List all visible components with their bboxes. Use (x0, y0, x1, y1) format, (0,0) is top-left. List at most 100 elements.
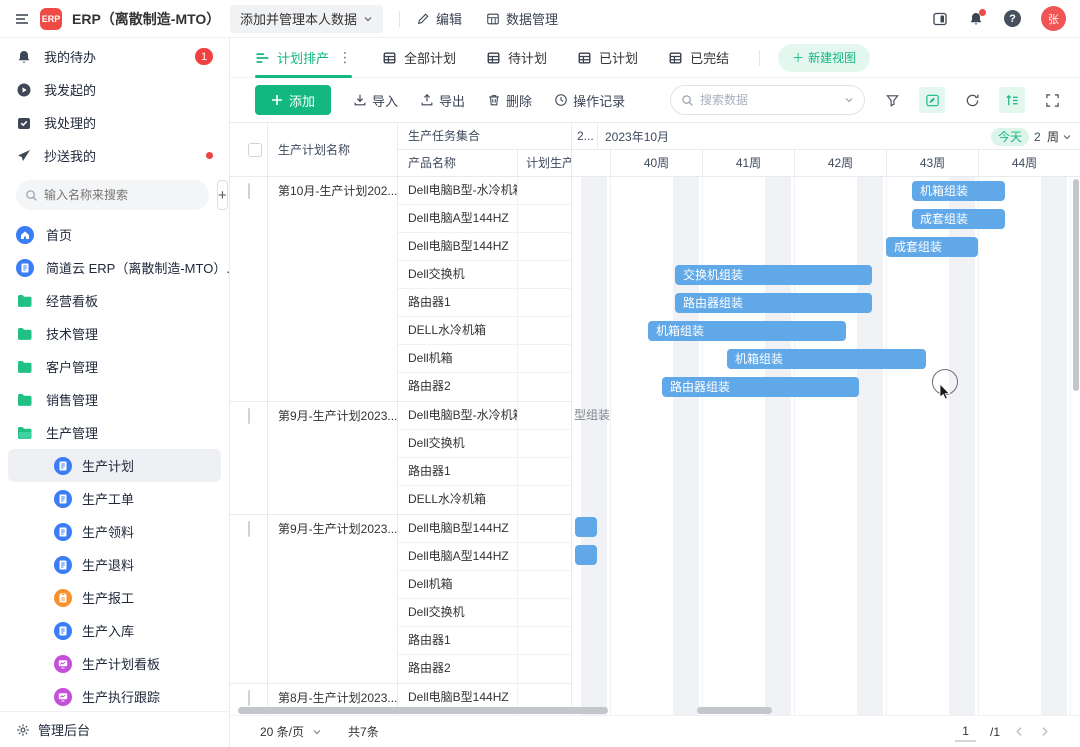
sidebar-nav-item[interactable]: 销售管理 (0, 383, 229, 416)
planned-qty-cell[interactable] (518, 486, 572, 514)
row-height-button[interactable] (999, 87, 1025, 113)
product-name-cell[interactable]: Dell机箱 (398, 571, 518, 598)
planned-qty-cell[interactable] (518, 430, 572, 457)
sidebar-quick-item[interactable]: 抄送我的 (0, 139, 229, 172)
tab-menu-dots[interactable]: ⋮ (338, 49, 352, 66)
sidebar-search-input[interactable] (16, 180, 209, 210)
page-size-dropdown[interactable]: 20 条/页 (260, 723, 322, 740)
prev-page-button[interactable] (1014, 726, 1025, 737)
gantt-task-bar[interactable]: 机箱组装 (912, 181, 1005, 201)
view-tab[interactable]: 待计划 (486, 38, 547, 78)
planned-qty-cell[interactable] (518, 458, 572, 485)
product-name-cell[interactable]: Dell电脑A型144HZ (398, 205, 518, 232)
planned-qty-cell[interactable] (518, 233, 572, 260)
planned-qty-cell[interactable] (518, 317, 572, 344)
product-name-cell[interactable]: DELL水冷机箱 (398, 486, 518, 514)
gantt-task-bar[interactable]: 成套组装 (886, 237, 978, 257)
sidebar-nav-item[interactable]: 技术管理 (0, 317, 229, 350)
planned-qty-cell[interactable] (518, 205, 572, 232)
gantt-task-bar[interactable]: 成套组装 (912, 209, 1005, 229)
product-name-cell[interactable]: Dell电脑B型144HZ (398, 515, 518, 542)
refresh-button[interactable] (959, 87, 985, 113)
view-tab[interactable]: 已计划 (577, 38, 638, 78)
add-record-button[interactable]: 添加 (255, 85, 332, 115)
add-app-button[interactable]: + (217, 180, 228, 210)
gantt-task-bar[interactable] (575, 545, 597, 565)
user-avatar[interactable]: 张 (1041, 6, 1066, 31)
row-checkbox[interactable] (248, 408, 250, 424)
filter-button[interactable] (879, 87, 905, 113)
app-logo[interactable]: ERP (40, 7, 62, 30)
sidebar-nav-item[interactable]: 简道云 ERP（离散制造-MTO）... (0, 251, 229, 284)
sidebar-item-form[interactable]: 生产执行跟踪 (8, 680, 221, 711)
plan-name-cell[interactable]: 第9月-生产计划2023... (268, 402, 398, 514)
sidebar-item-form[interactable]: 生产入库 (8, 614, 221, 647)
sidebar-item-form[interactable]: 生产领料 (8, 515, 221, 548)
next-page-button[interactable] (1039, 726, 1050, 737)
h-scrollbar-gantt-thumb[interactable] (697, 707, 772, 714)
product-name-cell[interactable]: Dell机箱 (398, 345, 518, 372)
plan-name-cell[interactable]: 第10月-生产计划202... (268, 177, 398, 401)
view-tab[interactable]: 全部计划 (382, 38, 456, 78)
gantt-task-bar[interactable]: 机箱组装 (727, 349, 926, 369)
planned-qty-cell[interactable] (518, 261, 572, 288)
planned-qty-cell[interactable] (518, 515, 572, 542)
planned-qty-cell[interactable] (518, 345, 572, 372)
h-scrollbar-left-thumb[interactable] (238, 707, 608, 714)
sidebar-item-form[interactable]: 生产工单 (8, 482, 221, 515)
sidebar-quick-item[interactable]: 我发起的 (0, 73, 229, 106)
view-tab[interactable]: 已完结 (668, 38, 729, 78)
sidebar-nav-item[interactable]: 经营看板 (0, 284, 229, 317)
data-scope-dropdown[interactable]: 添加并管理本人数据 (230, 4, 384, 33)
planned-qty-cell[interactable] (518, 655, 572, 683)
planned-qty-cell[interactable] (518, 373, 572, 401)
product-name-cell[interactable]: Dell电脑B型-水冷机箱 (398, 177, 518, 204)
row-checkbox[interactable] (248, 183, 250, 199)
gantt-task-bar[interactable]: 路由器组装 (662, 377, 859, 397)
data-search-input[interactable] (700, 93, 838, 107)
product-name-cell[interactable]: Dell交换机 (398, 599, 518, 626)
select-all-checkbox[interactable] (248, 142, 262, 157)
product-name-cell[interactable]: Dell交换机 (398, 261, 518, 288)
help-icon[interactable]: ? (1004, 10, 1021, 27)
display-settings-button[interactable] (919, 87, 945, 113)
planned-qty-cell[interactable] (518, 599, 572, 626)
vertical-scrollbar-thumb[interactable] (1073, 179, 1079, 391)
row-checkbox[interactable] (248, 690, 250, 706)
sidebar-quick-item[interactable]: 我的待办 1 (0, 40, 229, 73)
product-name-cell[interactable]: Dell电脑B型144HZ (398, 233, 518, 260)
panel-toggle-icon[interactable] (932, 11, 948, 27)
product-name-cell[interactable]: Dell电脑A型144HZ (398, 543, 518, 570)
delete-button[interactable]: 删除 (487, 91, 532, 110)
product-name-cell[interactable]: Dell交换机 (398, 430, 518, 457)
edit-button[interactable]: 编辑 (416, 9, 462, 28)
planned-qty-cell[interactable] (518, 627, 572, 654)
sidebar-item-form[interactable]: 生产退料 (8, 548, 221, 581)
data-manage-button[interactable]: 数据管理 (486, 9, 558, 28)
sidebar-item-selected[interactable]: 生产计划 (8, 449, 221, 482)
sidebar-item-form[interactable]: 生产计划看板 (8, 647, 221, 680)
row-checkbox[interactable] (248, 521, 250, 537)
product-name-cell[interactable]: 路由器1 (398, 627, 518, 654)
notifications-bell-icon[interactable] (968, 8, 986, 27)
new-view-button[interactable]: ＋ 新建视图 (778, 43, 871, 72)
product-name-cell[interactable]: 路由器1 (398, 289, 518, 316)
planned-qty-cell[interactable] (518, 177, 572, 204)
sidebar-nav-item[interactable]: 生产管理 (0, 416, 229, 449)
sidebar-item-form[interactable]: 生产报工 (8, 581, 221, 614)
planned-qty-cell[interactable] (518, 571, 572, 598)
today-button[interactable]: 今天 (990, 127, 1029, 146)
gantt-task-bar[interactable]: 交换机组装 (675, 265, 872, 285)
import-button[interactable]: 导入 (353, 91, 398, 110)
planned-qty-cell[interactable] (518, 289, 572, 316)
product-name-cell[interactable]: 路由器1 (398, 458, 518, 485)
view-tab[interactable]: 计划排产 ⋮ (255, 38, 353, 78)
planned-qty-cell[interactable] (518, 543, 572, 570)
gantt-task-bar[interactable] (575, 517, 597, 537)
operation-log-button[interactable]: 操作记录 (554, 91, 625, 110)
product-name-cell[interactable]: 路由器2 (398, 655, 518, 683)
sidebar-nav-item[interactable]: 客户管理 (0, 350, 229, 383)
product-name-cell[interactable]: DELL水冷机箱 (398, 317, 518, 344)
hamburger-menu-icon[interactable] (14, 11, 30, 27)
sidebar-quick-item[interactable]: 我处理的 (0, 106, 229, 139)
